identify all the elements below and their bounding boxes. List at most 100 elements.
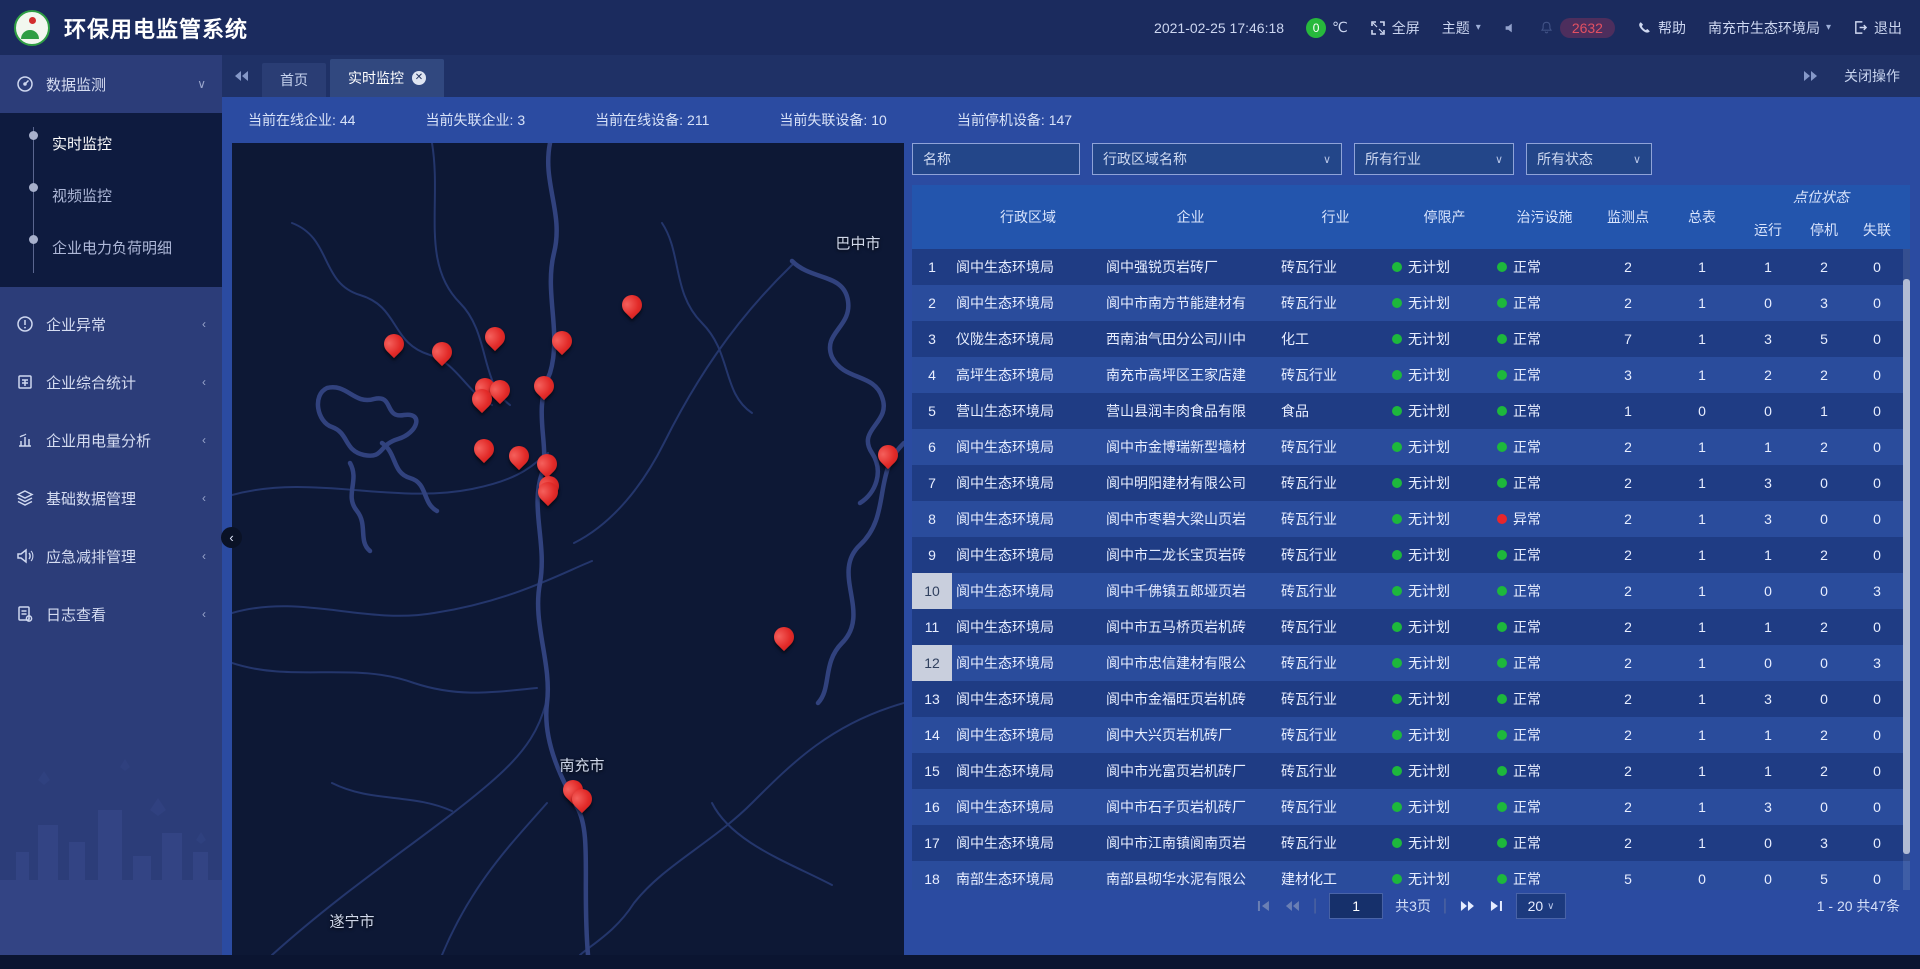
row-number: 6 (912, 429, 952, 465)
table-row[interactable]: 9阆中生态环境局阆中市二龙长宝页岩砖砖瓦行业无计划正常21120 (912, 537, 1910, 573)
table-row[interactable]: 3仪陇生态环境局西南油气田分公司川中化工无计划正常71350 (912, 321, 1910, 357)
cell-lost: 0 (1852, 799, 1902, 815)
table-row[interactable]: 7阆中生态环境局阆中明阳建材有限公司砖瓦行业无计划正常21300 (912, 465, 1910, 501)
previous-page-button[interactable] (1284, 899, 1301, 913)
first-page-button[interactable] (1256, 899, 1272, 913)
industry-select[interactable]: 所有行业∨ (1354, 143, 1514, 175)
region-select[interactable]: 行政区域名称∨ (1092, 143, 1342, 175)
cell-stop-status: 无计划 (1392, 725, 1497, 745)
last-page-button[interactable] (1488, 899, 1504, 913)
table-row[interactable]: 18南部生态环境局南部县砌华水泥有限公建材化工无计划正常50050 (912, 861, 1910, 890)
gauge-icon (16, 75, 34, 93)
table-scrollbar[interactable] (1903, 249, 1910, 890)
cell-stop-status: 无计划 (1392, 365, 1497, 385)
sidebar-item-electricity-analysis[interactable]: 企业用电量分析 ‹ (0, 411, 222, 469)
cell-enterprise: 阆中市忠信建材有限公 (1102, 653, 1277, 673)
tab-close-icon[interactable]: ✕ (412, 71, 426, 85)
sidebar-item-enterprise-abnormal[interactable]: 企业异常 ‹ (0, 295, 222, 353)
row-number: 9 (912, 537, 952, 573)
cell-running: 2 (1740, 367, 1796, 383)
tabs-scroll-right-button[interactable] (1802, 55, 1818, 97)
sidebar-item-enterprise-statistics[interactable]: 企业综合统计 ‹ (0, 353, 222, 411)
table-row[interactable]: 16阆中生态环境局阆中市石子页岩机砖厂砖瓦行业无计划正常21300 (912, 789, 1910, 825)
table-row[interactable]: 8阆中生态环境局阆中市枣碧大梁山页岩砖瓦行业无计划异常21300 (912, 501, 1910, 537)
status-dot-icon (1497, 478, 1507, 488)
sidebar-item-data-monitoring[interactable]: 数据监测 ∨ (0, 55, 222, 113)
cell-stop-status: 无计划 (1392, 653, 1497, 673)
fullscreen-icon (1370, 20, 1386, 36)
cell-monitor-points: 2 (1592, 619, 1664, 635)
sidebar-item-realtime-monitoring[interactable]: 实时监控 (0, 119, 222, 171)
cell-running: 3 (1740, 475, 1796, 491)
page-number-input[interactable]: 1 (1329, 893, 1383, 919)
chevron-left-icon: ‹ (202, 375, 206, 389)
notifications[interactable]: 2632 (1539, 18, 1615, 38)
cell-running: 0 (1740, 295, 1796, 311)
page-size-select[interactable]: 20∨ (1516, 893, 1566, 919)
status-dot-icon (1392, 514, 1402, 524)
col-enterprise: 企业 (1102, 207, 1277, 227)
table-row[interactable]: 12阆中生态环境局阆中市忠信建材有限公砖瓦行业无计划正常21003 (912, 645, 1910, 681)
org-dropdown[interactable]: 南充市生态环境局▾ (1708, 18, 1831, 38)
cell-industry: 化工 (1277, 329, 1392, 349)
cell-lost: 0 (1852, 439, 1902, 455)
name-search-input[interactable]: 名称 (912, 143, 1080, 175)
sidebar-item-video-monitoring[interactable]: 视频监控 (0, 171, 222, 223)
scrollbar-thumb[interactable] (1903, 279, 1910, 854)
row-number: 18 (912, 861, 952, 890)
status-dot-icon (1392, 802, 1402, 812)
table-row[interactable]: 4高坪生态环境局南充市高坪区王家店建砖瓦行业无计划正常31220 (912, 357, 1910, 393)
table-row[interactable]: 10阆中生态环境局阆中千佛镇五郎垭页岩砖瓦行业无计划正常21003 (912, 573, 1910, 609)
cell-region: 阆中生态环境局 (952, 797, 1102, 817)
sidebar-item-power-load-detail[interactable]: 企业电力负荷明细 (0, 223, 222, 275)
theme-dropdown[interactable]: 主题▾ (1442, 18, 1481, 38)
tabs-scroll-left-button[interactable] (222, 55, 262, 97)
notification-count-badge: 2632 (1560, 18, 1615, 38)
close-operations-button[interactable]: 关闭操作 (1844, 66, 1900, 86)
cell-region: 南部生态环境局 (952, 869, 1102, 889)
cell-enterprise: 南充市高坪区王家店建 (1102, 365, 1277, 385)
temperature: 0 ℃ (1306, 18, 1348, 38)
cell-facility-status: 正常 (1497, 473, 1592, 493)
table-row[interactable]: 13阆中生态环境局阆中市金福旺页岩机砖砖瓦行业无计划正常21300 (912, 681, 1910, 717)
next-page-button[interactable] (1459, 899, 1476, 913)
table-row[interactable]: 6阆中生态环境局阆中市金博瑞新型墙材砖瓦行业无计划正常21120 (912, 429, 1910, 465)
cell-region: 仪陇生态环境局 (952, 329, 1102, 349)
logout-button[interactable]: 退出 (1853, 18, 1902, 38)
stat-offline-enterprises: 当前失联企业:3 (425, 110, 525, 130)
table-row[interactable]: 11阆中生态环境局阆中市五马桥页岩机砖砖瓦行业无计划正常21120 (912, 609, 1910, 645)
cell-stopped: 0 (1796, 511, 1852, 527)
col-stopped: 停机 (1796, 220, 1852, 240)
sidebar-item-log-view[interactable]: 日志查看 ‹ (0, 585, 222, 643)
sound-button[interactable] (1503, 21, 1517, 35)
table-row[interactable]: 15阆中生态环境局阆中市光富页岩机砖厂砖瓦行业无计划正常21120 (912, 753, 1910, 789)
table-row[interactable]: 17阆中生态环境局阆中市江南镇阆南页岩砖瓦行业无计划正常21030 (912, 825, 1910, 861)
cell-industry: 食品 (1277, 401, 1392, 421)
cell-monitor-points: 2 (1592, 835, 1664, 851)
cell-enterprise: 阆中市光富页岩机砖厂 (1102, 761, 1277, 781)
cell-region: 阆中生态环境局 (952, 509, 1102, 529)
status-select[interactable]: 所有状态∨ (1526, 143, 1652, 175)
enterprise-panel: 名称 行政区域名称∨ 所有行业∨ 所有状态∨ 行政区域 企业 (912, 143, 1910, 955)
table-row[interactable]: 1阆中生态环境局阆中强锐页岩砖厂砖瓦行业无计划正常21120 (912, 249, 1910, 285)
cell-region: 高坪生态环境局 (952, 365, 1102, 385)
cell-running: 3 (1740, 331, 1796, 347)
table-row[interactable]: 2阆中生态环境局阆中市南方节能建材有砖瓦行业无计划正常21030 (912, 285, 1910, 321)
fullscreen-button[interactable]: 全屏 (1370, 18, 1420, 38)
sidebar-collapse-button[interactable]: ‹ (221, 527, 242, 548)
tab-home[interactable]: 首页 (262, 63, 326, 97)
table-row[interactable]: 5营山生态环境局营山县润丰肉食品有限食品无计划正常10010 (912, 393, 1910, 429)
sidebar-item-base-data[interactable]: 基础数据管理 ‹ (0, 469, 222, 527)
cell-lost: 0 (1852, 871, 1902, 887)
tab-realtime-monitoring[interactable]: 实时监控 ✕ (330, 59, 444, 97)
pagination-range-label: 1 - 20 共47条 (1817, 890, 1900, 922)
cell-stopped: 0 (1796, 655, 1852, 671)
sidebar-item-emergency-reduction[interactable]: 应急减排管理 ‹ (0, 527, 222, 585)
chevron-left-icon: ‹ (202, 317, 206, 331)
help-button[interactable]: 帮助 (1637, 18, 1686, 38)
map-panel[interactable]: 巴中市南充市遂宁市 (232, 143, 904, 955)
cell-region: 阆中生态环境局 (952, 293, 1102, 313)
cell-stop-status: 无计划 (1392, 509, 1497, 529)
table-row[interactable]: 14阆中生态环境局阆中大兴页岩机砖厂砖瓦行业无计划正常21120 (912, 717, 1910, 753)
map-city-label: 巴中市 (835, 233, 880, 254)
